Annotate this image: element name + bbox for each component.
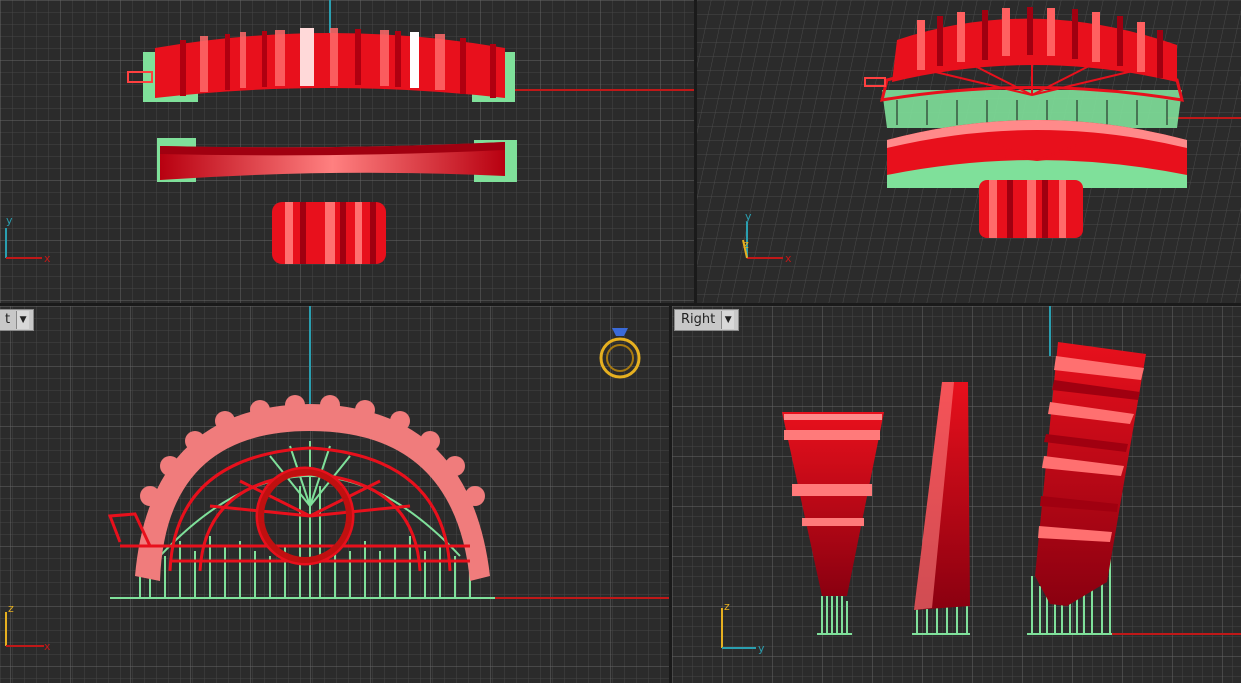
chevron-down-icon[interactable]: ▼ xyxy=(16,311,30,329)
axis-label-y: y xyxy=(745,210,752,223)
axis-label-x: x xyxy=(44,640,51,653)
axis-label-z: z xyxy=(724,600,730,613)
viewport-right-label[interactable]: Right ▼ xyxy=(674,309,740,331)
axis-label-x: x xyxy=(785,252,792,265)
axis-label-z: z xyxy=(743,238,749,251)
right-view-canvas[interactable]: z y xyxy=(672,306,1241,683)
viewport-top[interactable]: y x xyxy=(0,0,694,303)
viewport-right[interactable]: z y Right ▼ xyxy=(672,306,1241,683)
viewport-right-title: Right xyxy=(681,312,716,327)
axis-label-y: y xyxy=(6,214,13,227)
viewport-perspective[interactable]: y z x xyxy=(697,0,1241,303)
chevron-down-icon[interactable]: ▼ xyxy=(721,311,735,329)
persp-ring-head[interactable] xyxy=(979,180,1083,238)
top-ring-head[interactable] xyxy=(272,202,386,264)
axis-label-x: x xyxy=(44,252,51,265)
perspective-view-canvas[interactable]: y z x xyxy=(697,0,1241,303)
viewport-front[interactable]: z x t ▼ xyxy=(0,306,669,683)
persp-ring-lower[interactable] xyxy=(887,120,1187,188)
top-view-canvas[interactable]: y x xyxy=(0,0,694,303)
axis-label-y: y xyxy=(758,642,765,655)
front-view-canvas[interactable]: z x xyxy=(0,306,669,683)
viewport-front-label[interactable]: t ▼ xyxy=(0,309,35,331)
viewport-front-title: t xyxy=(5,312,11,327)
axis-label-z: z xyxy=(8,602,14,615)
